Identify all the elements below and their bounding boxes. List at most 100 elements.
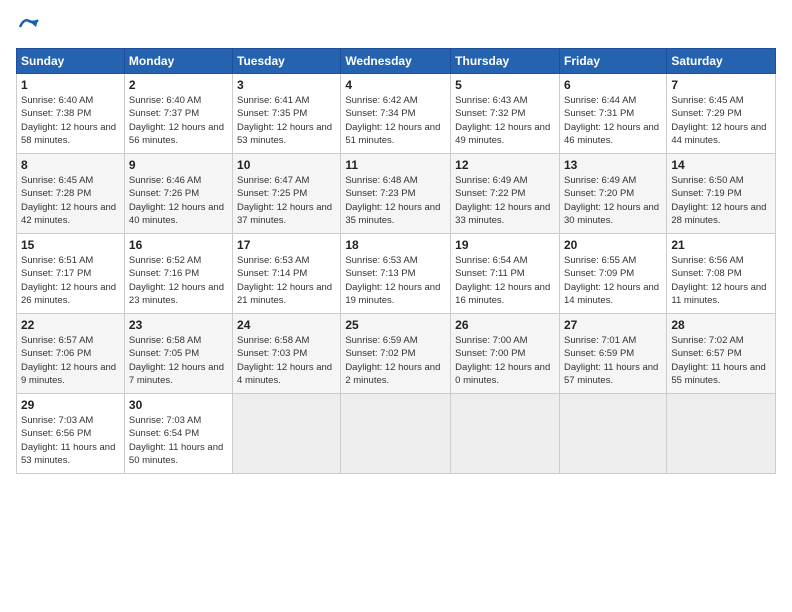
day-number: 23 <box>129 318 228 332</box>
day-number: 27 <box>564 318 662 332</box>
day-info: Sunrise: 6:49 AMSunset: 7:22 PMDaylight:… <box>455 174 555 227</box>
day-info: Sunrise: 7:03 AMSunset: 6:56 PMDaylight:… <box>21 414 120 467</box>
calendar-cell: 17 Sunrise: 6:53 AMSunset: 7:14 PMDaylig… <box>233 234 341 314</box>
calendar-cell: 15 Sunrise: 6:51 AMSunset: 7:17 PMDaylig… <box>17 234 125 314</box>
day-number: 15 <box>21 238 120 252</box>
day-number: 18 <box>345 238 446 252</box>
calendar-cell: 6 Sunrise: 6:44 AMSunset: 7:31 PMDayligh… <box>559 74 666 154</box>
day-info: Sunrise: 6:40 AMSunset: 7:38 PMDaylight:… <box>21 94 120 147</box>
logo <box>16 16 40 38</box>
calendar-header-row: SundayMondayTuesdayWednesdayThursdayFrid… <box>17 49 776 74</box>
day-number: 6 <box>564 78 662 92</box>
day-number: 14 <box>671 158 771 172</box>
calendar-week-4: 29 Sunrise: 7:03 AMSunset: 6:56 PMDaylig… <box>17 394 776 474</box>
day-number: 1 <box>21 78 120 92</box>
calendar-cell: 12 Sunrise: 6:49 AMSunset: 7:22 PMDaylig… <box>451 154 560 234</box>
day-info: Sunrise: 6:58 AMSunset: 7:03 PMDaylight:… <box>237 334 336 387</box>
calendar-cell: 29 Sunrise: 7:03 AMSunset: 6:56 PMDaylig… <box>17 394 125 474</box>
day-number: 16 <box>129 238 228 252</box>
day-number: 21 <box>671 238 771 252</box>
page: SundayMondayTuesdayWednesdayThursdayFrid… <box>0 0 792 612</box>
calendar-cell: 1 Sunrise: 6:40 AMSunset: 7:38 PMDayligh… <box>17 74 125 154</box>
day-info: Sunrise: 6:50 AMSunset: 7:19 PMDaylight:… <box>671 174 771 227</box>
day-number: 11 <box>345 158 446 172</box>
day-info: Sunrise: 6:55 AMSunset: 7:09 PMDaylight:… <box>564 254 662 307</box>
day-header-friday: Friday <box>559 49 666 74</box>
day-number: 4 <box>345 78 446 92</box>
calendar-cell: 18 Sunrise: 6:53 AMSunset: 7:13 PMDaylig… <box>341 234 451 314</box>
day-info: Sunrise: 7:00 AMSunset: 7:00 PMDaylight:… <box>455 334 555 387</box>
calendar-cell: 26 Sunrise: 7:00 AMSunset: 7:00 PMDaylig… <box>451 314 560 394</box>
day-header-saturday: Saturday <box>667 49 776 74</box>
header <box>16 16 776 38</box>
day-header-tuesday: Tuesday <box>233 49 341 74</box>
calendar-cell: 28 Sunrise: 7:02 AMSunset: 6:57 PMDaylig… <box>667 314 776 394</box>
day-number: 30 <box>129 398 228 412</box>
day-info: Sunrise: 6:43 AMSunset: 7:32 PMDaylight:… <box>455 94 555 147</box>
day-info: Sunrise: 6:56 AMSunset: 7:08 PMDaylight:… <box>671 254 771 307</box>
calendar-week-2: 15 Sunrise: 6:51 AMSunset: 7:17 PMDaylig… <box>17 234 776 314</box>
day-number: 29 <box>21 398 120 412</box>
calendar-cell: 3 Sunrise: 6:41 AMSunset: 7:35 PMDayligh… <box>233 74 341 154</box>
day-info: Sunrise: 6:42 AMSunset: 7:34 PMDaylight:… <box>345 94 446 147</box>
day-info: Sunrise: 6:41 AMSunset: 7:35 PMDaylight:… <box>237 94 336 147</box>
calendar-week-0: 1 Sunrise: 6:40 AMSunset: 7:38 PMDayligh… <box>17 74 776 154</box>
day-header-thursday: Thursday <box>451 49 560 74</box>
day-info: Sunrise: 6:54 AMSunset: 7:11 PMDaylight:… <box>455 254 555 307</box>
day-info: Sunrise: 6:51 AMSunset: 7:17 PMDaylight:… <box>21 254 120 307</box>
day-info: Sunrise: 6:48 AMSunset: 7:23 PMDaylight:… <box>345 174 446 227</box>
logo-icon <box>18 16 40 38</box>
day-number: 17 <box>237 238 336 252</box>
calendar-cell: 25 Sunrise: 6:59 AMSunset: 7:02 PMDaylig… <box>341 314 451 394</box>
calendar-week-3: 22 Sunrise: 6:57 AMSunset: 7:06 PMDaylig… <box>17 314 776 394</box>
calendar-cell: 19 Sunrise: 6:54 AMSunset: 7:11 PMDaylig… <box>451 234 560 314</box>
day-header-wednesday: Wednesday <box>341 49 451 74</box>
day-info: Sunrise: 6:46 AMSunset: 7:26 PMDaylight:… <box>129 174 228 227</box>
day-number: 12 <box>455 158 555 172</box>
calendar-week-1: 8 Sunrise: 6:45 AMSunset: 7:28 PMDayligh… <box>17 154 776 234</box>
day-number: 2 <box>129 78 228 92</box>
day-number: 22 <box>21 318 120 332</box>
calendar-cell <box>559 394 666 474</box>
calendar-cell: 22 Sunrise: 6:57 AMSunset: 7:06 PMDaylig… <box>17 314 125 394</box>
calendar-cell: 11 Sunrise: 6:48 AMSunset: 7:23 PMDaylig… <box>341 154 451 234</box>
calendar-cell: 4 Sunrise: 6:42 AMSunset: 7:34 PMDayligh… <box>341 74 451 154</box>
day-info: Sunrise: 6:53 AMSunset: 7:13 PMDaylight:… <box>345 254 446 307</box>
day-info: Sunrise: 6:57 AMSunset: 7:06 PMDaylight:… <box>21 334 120 387</box>
day-info: Sunrise: 7:03 AMSunset: 6:54 PMDaylight:… <box>129 414 228 467</box>
calendar-cell: 23 Sunrise: 6:58 AMSunset: 7:05 PMDaylig… <box>124 314 232 394</box>
calendar-cell: 13 Sunrise: 6:49 AMSunset: 7:20 PMDaylig… <box>559 154 666 234</box>
calendar-cell <box>667 394 776 474</box>
day-info: Sunrise: 6:45 AMSunset: 7:29 PMDaylight:… <box>671 94 771 147</box>
calendar-cell: 16 Sunrise: 6:52 AMSunset: 7:16 PMDaylig… <box>124 234 232 314</box>
day-number: 13 <box>564 158 662 172</box>
day-info: Sunrise: 6:53 AMSunset: 7:14 PMDaylight:… <box>237 254 336 307</box>
day-info: Sunrise: 6:44 AMSunset: 7:31 PMDaylight:… <box>564 94 662 147</box>
calendar-cell: 30 Sunrise: 7:03 AMSunset: 6:54 PMDaylig… <box>124 394 232 474</box>
calendar-cell <box>451 394 560 474</box>
day-number: 9 <box>129 158 228 172</box>
day-number: 26 <box>455 318 555 332</box>
calendar-cell: 5 Sunrise: 6:43 AMSunset: 7:32 PMDayligh… <box>451 74 560 154</box>
day-number: 3 <box>237 78 336 92</box>
day-number: 28 <box>671 318 771 332</box>
calendar-cell: 7 Sunrise: 6:45 AMSunset: 7:29 PMDayligh… <box>667 74 776 154</box>
day-number: 8 <box>21 158 120 172</box>
day-info: Sunrise: 6:47 AMSunset: 7:25 PMDaylight:… <box>237 174 336 227</box>
day-info: Sunrise: 7:01 AMSunset: 6:59 PMDaylight:… <box>564 334 662 387</box>
calendar-cell <box>233 394 341 474</box>
calendar-cell: 9 Sunrise: 6:46 AMSunset: 7:26 PMDayligh… <box>124 154 232 234</box>
calendar-cell: 8 Sunrise: 6:45 AMSunset: 7:28 PMDayligh… <box>17 154 125 234</box>
day-number: 7 <box>671 78 771 92</box>
calendar-cell <box>341 394 451 474</box>
day-header-monday: Monday <box>124 49 232 74</box>
calendar-cell: 2 Sunrise: 6:40 AMSunset: 7:37 PMDayligh… <box>124 74 232 154</box>
day-number: 10 <box>237 158 336 172</box>
day-number: 25 <box>345 318 446 332</box>
day-number: 5 <box>455 78 555 92</box>
calendar-cell: 24 Sunrise: 6:58 AMSunset: 7:03 PMDaylig… <box>233 314 341 394</box>
day-info: Sunrise: 6:45 AMSunset: 7:28 PMDaylight:… <box>21 174 120 227</box>
day-number: 20 <box>564 238 662 252</box>
calendar-cell: 21 Sunrise: 6:56 AMSunset: 7:08 PMDaylig… <box>667 234 776 314</box>
day-number: 19 <box>455 238 555 252</box>
